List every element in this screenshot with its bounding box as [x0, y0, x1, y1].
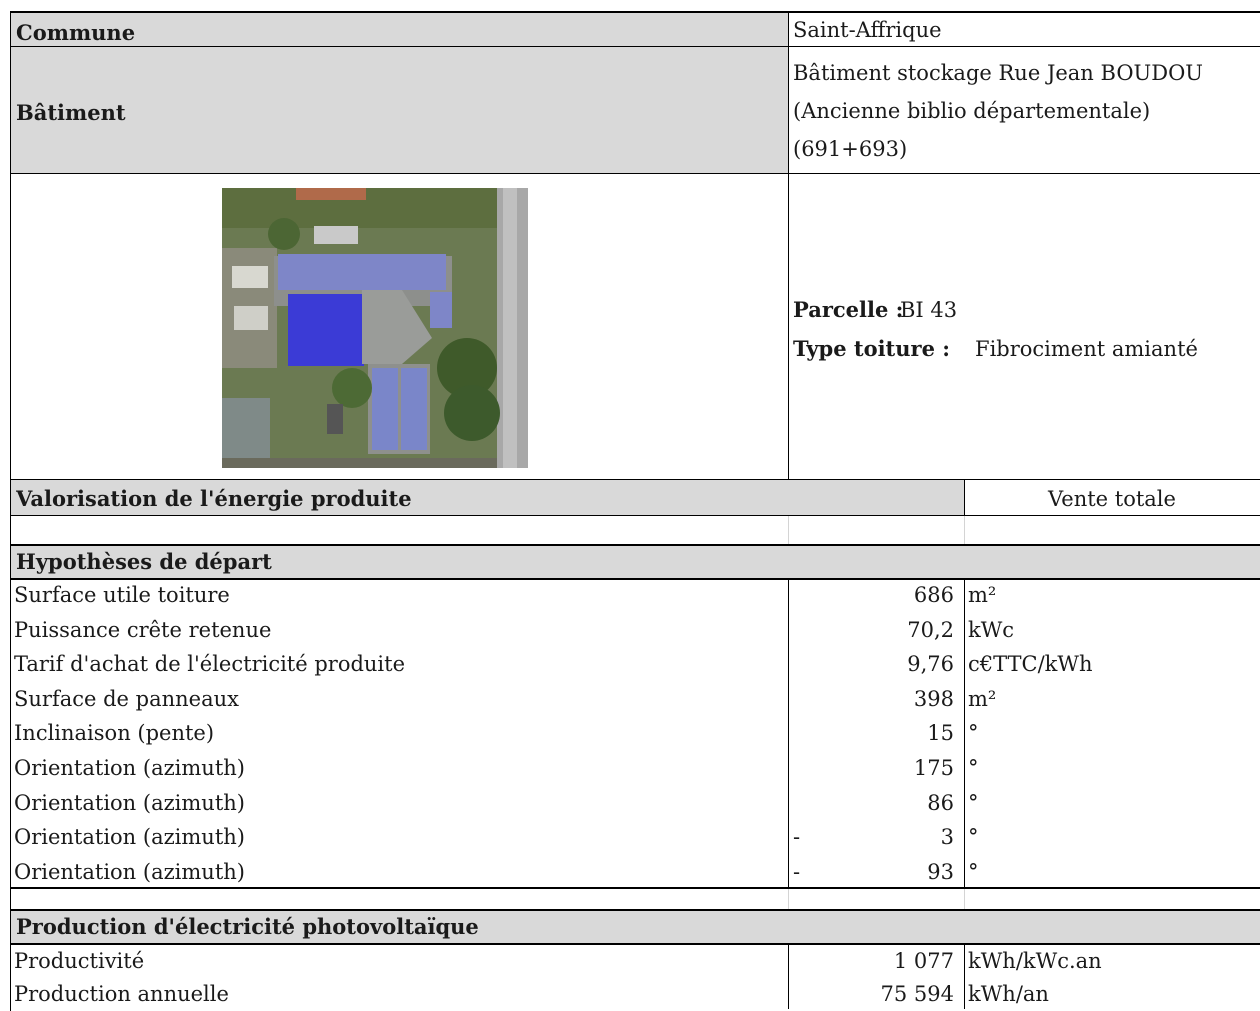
- row-unit: c€TTC/kWh: [968, 652, 1093, 677]
- commune-value: Saint-Affrique: [793, 18, 942, 42]
- production-title: Production d'électricité photovoltaïque: [16, 914, 479, 939]
- batiment-label: Bâtiment: [16, 100, 126, 125]
- row-unit: m²: [968, 686, 997, 711]
- row-unit: kWh/an: [968, 982, 1049, 1006]
- border: [10, 887, 1260, 889]
- batiment-line-2: (Ancienne biblio départementale): [793, 99, 1151, 123]
- row-unit: °: [968, 756, 979, 780]
- parcelle-value: BI 43: [900, 298, 958, 322]
- border: [10, 479, 1260, 480]
- aerial-roof-image: [222, 188, 528, 468]
- row-unit: m²: [968, 583, 997, 607]
- row-value: 70,2: [907, 617, 954, 642]
- batiment-label-bg: [10, 46, 788, 173]
- row-value: 398: [913, 686, 954, 711]
- commune-label: Commune: [16, 20, 136, 45]
- row-value: 86: [927, 790, 954, 815]
- row-value: 15: [927, 721, 954, 746]
- gridline: [788, 888, 789, 910]
- row-value: 93: [927, 859, 954, 884]
- row-unit: °: [968, 825, 979, 850]
- row-value: 3: [940, 825, 954, 850]
- border: [10, 578, 1260, 580]
- row-label: Orientation (azimuth): [14, 859, 245, 884]
- row-label: Inclinaison (pente): [14, 721, 215, 746]
- row-value: 75 594: [880, 982, 954, 1006]
- border: [964, 578, 965, 887]
- row-label: Surface utile toiture: [14, 583, 230, 607]
- hypotheses-title: Hypothèses de départ: [16, 549, 272, 574]
- border: [10, 544, 1260, 546]
- gridline: [964, 515, 965, 545]
- batiment-line-1: Bâtiment stockage Rue Jean BOUDOU: [793, 61, 1203, 85]
- row-label: Productivité: [14, 949, 145, 973]
- row-value: 9,76: [907, 652, 954, 677]
- border: [10, 909, 1260, 911]
- row-unit: kWc: [968, 617, 1015, 642]
- border: [10, 173, 1260, 174]
- border: [964, 943, 965, 1009]
- row-value: 175: [913, 756, 954, 780]
- row-label: Production annuelle: [14, 982, 229, 1006]
- gridline: [788, 515, 789, 545]
- row-label: Tarif d'achat de l'électricité produite: [14, 652, 406, 677]
- row-unit: °: [968, 859, 979, 884]
- row-unit: °: [968, 790, 979, 815]
- border: [10, 46, 1260, 47]
- type-toiture-value: Fibrociment amianté: [975, 337, 1198, 361]
- valorisation-value: Vente totale: [1048, 487, 1176, 511]
- batiment-line-3: (691+693): [793, 137, 908, 161]
- row-unit: °: [968, 721, 979, 746]
- type-toiture-label: Type toiture :: [793, 336, 951, 361]
- row-label: Surface de panneaux: [14, 686, 239, 711]
- row-value: 686: [913, 583, 954, 607]
- spreadsheet: Commune Saint-Affrique Bâtiment Bâtiment…: [0, 0, 1260, 1011]
- border: [10, 515, 1260, 516]
- gridline: [964, 888, 965, 910]
- border-top: [10, 11, 1260, 13]
- row-value: 1 077: [893, 949, 954, 973]
- row-label: Orientation (azimuth): [14, 790, 245, 815]
- border: [10, 943, 1260, 945]
- row-label: Puissance crête retenue: [14, 617, 272, 642]
- row-unit: kWh/kWc.an: [968, 949, 1102, 973]
- row-label: Orientation (azimuth): [14, 756, 245, 780]
- valorisation-label: Valorisation de l'énergie produite: [16, 486, 412, 511]
- parcelle-label: Parcelle :: [793, 297, 904, 322]
- border: [788, 11, 789, 479]
- row-label: Orientation (azimuth): [14, 825, 245, 850]
- border-left: [10, 11, 11, 1011]
